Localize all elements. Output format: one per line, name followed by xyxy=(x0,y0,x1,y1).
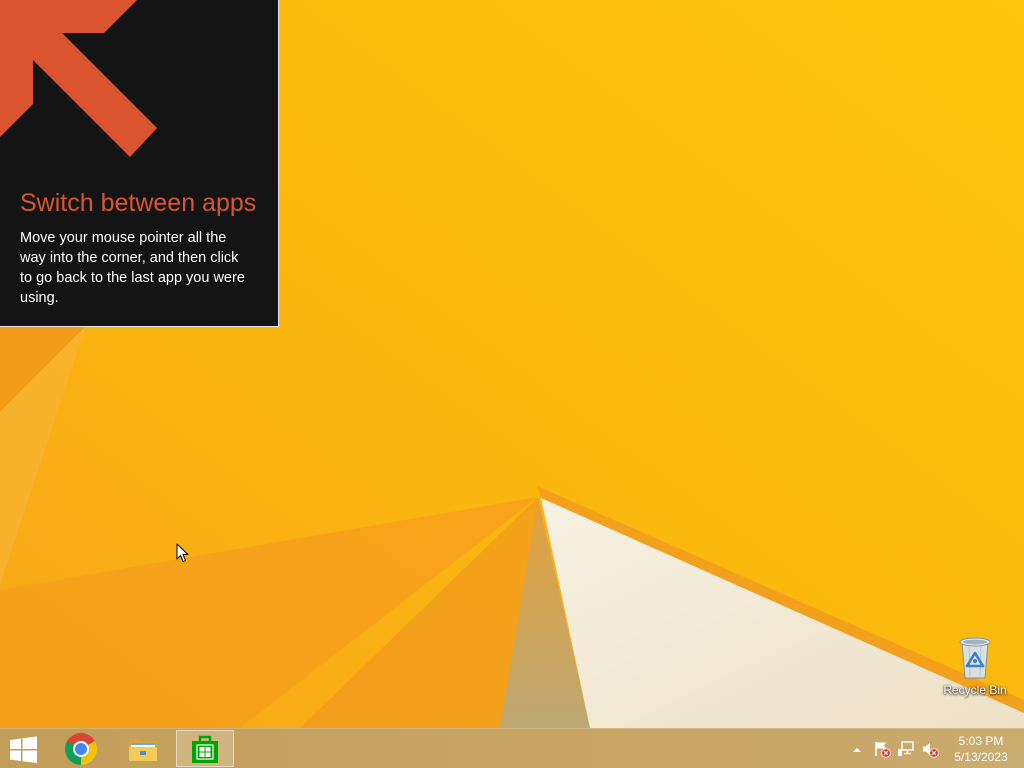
clock-time: 5:03 PM xyxy=(958,734,1004,748)
file-explorer-icon xyxy=(129,739,157,761)
tip-title: Switch between apps xyxy=(20,189,257,217)
taskbar-button-file-explorer[interactable] xyxy=(114,730,172,767)
clock-date: 5/13/2023 xyxy=(954,750,1008,764)
mouse-cursor-icon xyxy=(176,543,189,562)
taskbar-clock[interactable]: 5:03 PM 5/13/2023 xyxy=(948,729,1014,768)
recycle-bin-icon xyxy=(959,637,991,679)
volume-muted-icon[interactable] xyxy=(921,740,939,758)
desktop[interactable]: Switch between apps Move your mouse poin… xyxy=(0,0,1024,768)
show-hidden-icons-arrow-icon[interactable] xyxy=(851,745,863,755)
tip-description: Move your mouse pointer all the way into… xyxy=(20,230,245,306)
arrow-up-left-icon xyxy=(0,0,157,157)
network-icon[interactable] xyxy=(897,740,915,758)
arrow-shape xyxy=(0,0,157,157)
action-center-flag-icon[interactable] xyxy=(873,740,891,758)
taskbar-button-chrome[interactable] xyxy=(52,730,110,767)
chrome-icon xyxy=(65,733,97,765)
recycle-bin-label: Recycle Bin xyxy=(943,683,1007,697)
chrome-icon-center xyxy=(75,743,87,755)
start-button[interactable] xyxy=(0,729,48,768)
taskbar-button-store[interactable] xyxy=(176,730,234,767)
taskbar: 5:03 PM 5/13/2023 xyxy=(0,728,1024,768)
store-icon xyxy=(192,735,218,763)
chrome-icon-ring xyxy=(73,741,89,757)
tip-overlay: Switch between apps Move your mouse poin… xyxy=(0,0,279,327)
windows-logo-icon xyxy=(10,736,37,763)
recycle-bin-shortcut[interactable]: Recycle Bin xyxy=(938,628,1012,700)
